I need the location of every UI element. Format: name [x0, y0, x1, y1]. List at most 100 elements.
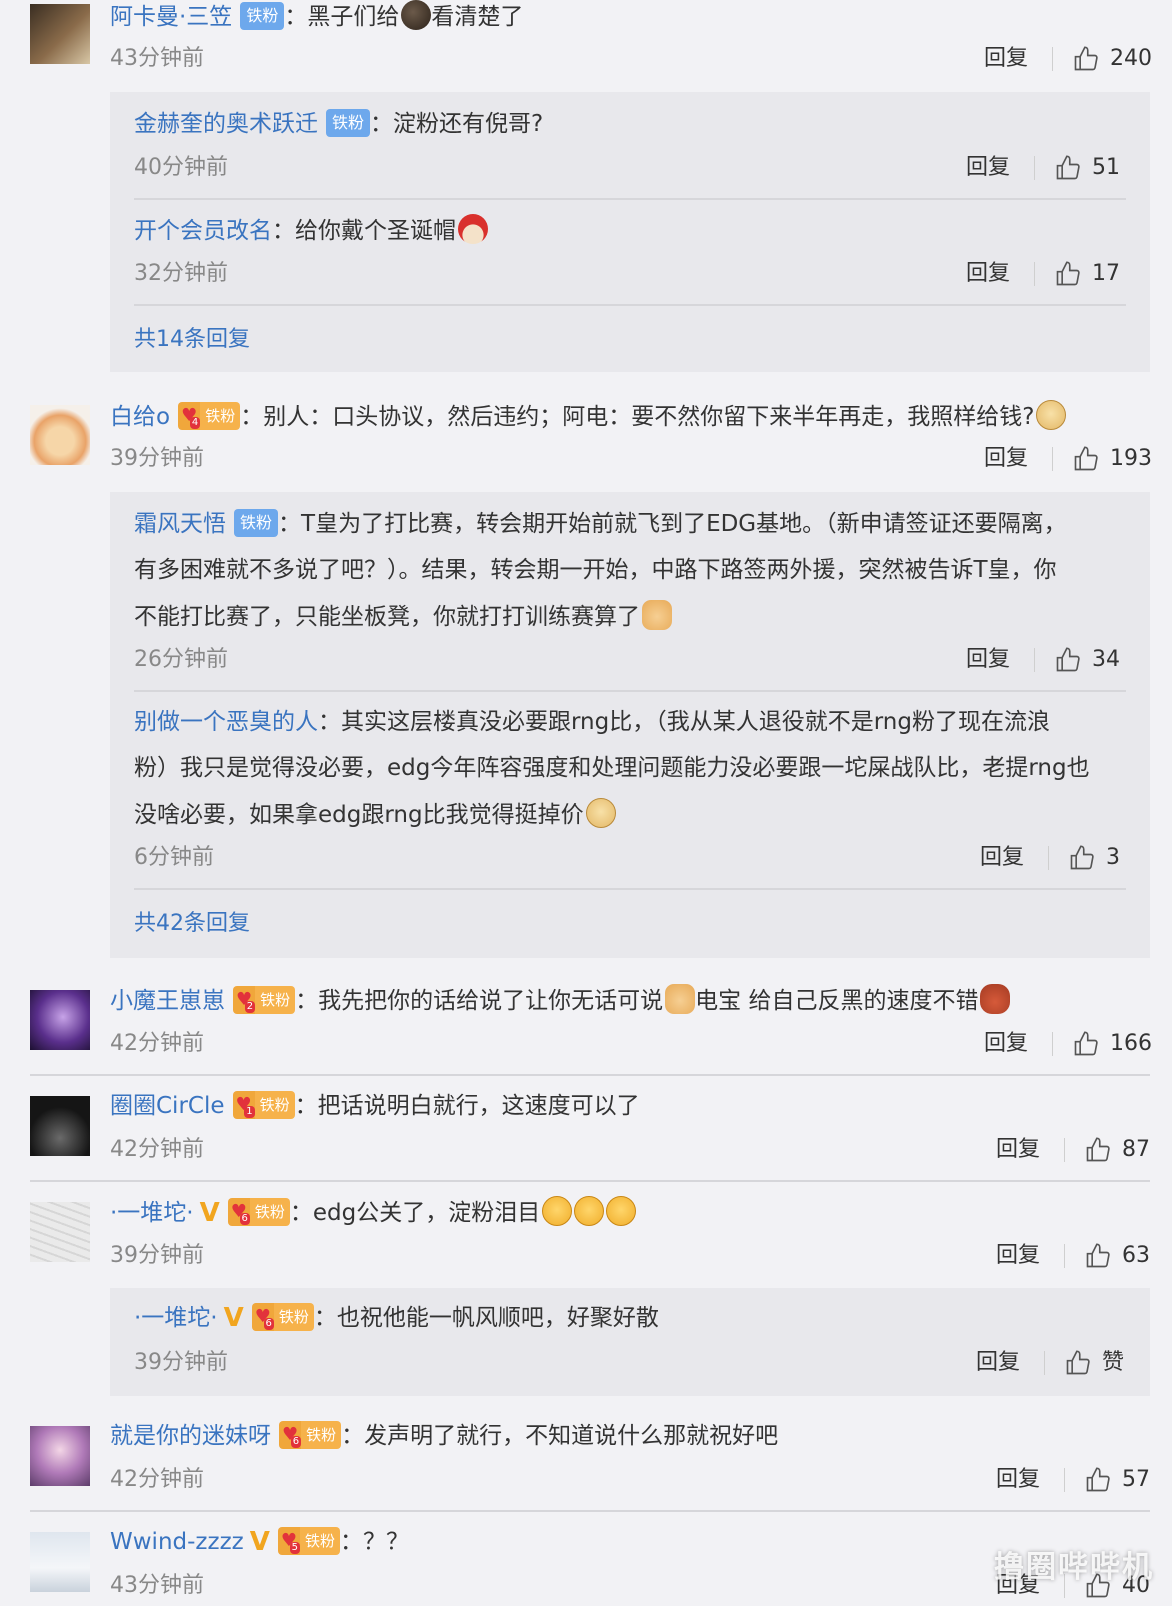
avatar[interactable]	[30, 4, 90, 64]
fan-badge[interactable]: 铁粉	[326, 109, 371, 137]
reply-button[interactable]: 回复	[996, 1241, 1040, 1271]
heart-icon: ♥ 4	[178, 402, 201, 430]
divider	[1048, 846, 1049, 870]
username[interactable]: ·一堆坨·	[110, 1200, 194, 1226]
reply-button[interactable]: 回复	[984, 444, 1028, 474]
separator: ：	[289, 1200, 313, 1226]
avatar[interactable]	[30, 990, 90, 1050]
divider	[1052, 47, 1053, 71]
more-replies-link[interactable]: 共14条回复	[134, 325, 250, 355]
like-count: 87	[1122, 1137, 1150, 1162]
username[interactable]: 小魔王崽崽	[110, 988, 225, 1014]
like-button[interactable]: 34	[1054, 645, 1120, 675]
separator: ：	[278, 511, 302, 537]
fan-badge[interactable]: ♥ 6 铁粉	[279, 1421, 342, 1449]
like-button[interactable]: 87	[1084, 1135, 1150, 1165]
comment-divider	[30, 1074, 1150, 1076]
reply-button[interactable]: 回复	[984, 44, 1028, 74]
timestamp: 43分钟前	[110, 1573, 204, 1598]
heart-icon: ♥ 5	[277, 1527, 300, 1555]
comment-text: 看清楚了	[431, 4, 524, 30]
fan-badge[interactable]: ♥ 6 铁粉	[251, 1303, 314, 1331]
like-button[interactable]: 166	[1072, 1029, 1152, 1059]
thumbs-up-icon	[1074, 446, 1098, 471]
reply-text: T皇为了打比赛，转会期开始前就飞到了EDG基地。（新申请签证还要隔离，	[301, 511, 1067, 537]
reply-button[interactable]: 回复	[980, 843, 1024, 873]
divider	[1064, 1138, 1065, 1162]
timestamp: 42分钟前	[110, 1467, 204, 1492]
reply-text: 也祝他能一帆风顺吧，好聚好散	[336, 1305, 659, 1331]
like-button[interactable]: 63	[1084, 1241, 1150, 1271]
like-count: 3	[1106, 845, 1120, 870]
username[interactable]: 开个会员改名	[134, 218, 272, 244]
reply-button[interactable]: 回复	[996, 1465, 1040, 1495]
username[interactable]: 金赫奎的奥术跃迁	[134, 111, 318, 137]
thumbs-up-icon	[1066, 1350, 1090, 1375]
divider	[1044, 1351, 1045, 1375]
reply-text: 粉）我只是觉得没必要，edg今年阵容强度和处理问题能力没必要跟一坨屎战队比，老提…	[134, 755, 1090, 781]
separator: ：	[284, 4, 308, 30]
username[interactable]: 圈圈CirCle	[110, 1093, 225, 1119]
comment-line: 小魔王崽崽 ♥ 2 铁粉 ：我先把你的话给说了让你无话可说 电宝 给自己反黑的速度不错	[110, 984, 1011, 1017]
comment-line: 阿卡曼·三笠 铁粉 ：黑子们给 看清楚了	[110, 0, 523, 33]
avatar[interactable]	[30, 1096, 90, 1156]
username[interactable]: 阿卡曼·三笠	[110, 4, 232, 30]
verified-v-icon: V	[199, 1198, 220, 1228]
username[interactable]: 白给o	[110, 404, 170, 430]
heart-icon: ♥ 6	[227, 1198, 250, 1226]
username[interactable]: 就是你的迷妹呀	[110, 1423, 271, 1449]
like-button[interactable]: 240	[1072, 44, 1152, 74]
avatar[interactable]	[30, 405, 90, 465]
avatar[interactable]	[30, 1202, 90, 1262]
avatar[interactable]	[30, 1426, 90, 1486]
teary-face-emoji-icon	[574, 1196, 605, 1226]
thumbs-up-icon	[1086, 1467, 1110, 1492]
comment-text: ？？	[363, 1529, 409, 1555]
reply-line: 开个会员改名：给你戴个圣诞帽	[134, 214, 488, 247]
fan-badge[interactable]: 铁粉	[240, 2, 285, 30]
divider	[1034, 156, 1035, 180]
timestamp: 39分钟前	[134, 1350, 228, 1375]
like-button[interactable]: 193	[1072, 444, 1152, 474]
divider	[1064, 1468, 1065, 1492]
avatar[interactable]	[30, 1532, 90, 1592]
more-replies-link[interactable]: 共42条回复	[134, 909, 250, 939]
comment-line: 白给o ♥ 4 铁粉 ：别人：口头协议，然后违约；阿电：要不然你留下来半年再走，我照样给…	[110, 400, 1067, 433]
reply-button[interactable]: 回复	[966, 153, 1010, 183]
heart-icon: ♥ 2	[233, 986, 256, 1014]
reply-button[interactable]: 回复	[966, 259, 1010, 289]
comment-line: 圈圈CirCle ♥ 1 铁粉 ：把话说明白就行，这速度可以了	[110, 1090, 640, 1122]
like-button[interactable]: 3	[1068, 843, 1120, 873]
reply-button[interactable]: 回复	[996, 1135, 1040, 1165]
timestamp: 42分钟前	[110, 1137, 204, 1162]
fan-badge[interactable]: ♥ 4 铁粉	[178, 402, 241, 430]
reply-divider	[134, 304, 1126, 306]
like-button[interactable]: 57	[1084, 1465, 1150, 1495]
username[interactable]: ·一堆坨·	[134, 1305, 218, 1331]
timestamp: 26分钟前	[134, 647, 228, 672]
like-label: 赞	[1102, 1350, 1125, 1375]
reply-text: 其实这层楼真没必要跟rng比，（我从某人退役就不是rng粉了现在流浪	[341, 709, 1050, 735]
username[interactable]: Wwind-zzzz	[110, 1529, 244, 1555]
thumbs-up-icon	[1086, 1243, 1110, 1268]
like-button[interactable]: 17	[1054, 259, 1120, 289]
fan-badge[interactable]: ♥ 6 铁粉	[227, 1198, 290, 1226]
reply-text: 给你戴个圣诞帽	[295, 218, 456, 244]
reply-button[interactable]: 回复	[984, 1029, 1028, 1059]
comment-text: 黑子们给	[307, 4, 400, 30]
santa-hat-emoji-icon	[458, 214, 488, 244]
fan-badge[interactable]: 铁粉	[234, 509, 279, 537]
like-button[interactable]: 赞	[1064, 1348, 1124, 1378]
fan-badge[interactable]: ♥ 1 铁粉	[232, 1091, 295, 1119]
reply-button[interactable]: 回复	[966, 645, 1010, 675]
username[interactable]: 别做一个恶臭的人	[134, 709, 318, 735]
separator: ：	[370, 111, 394, 137]
reply-button[interactable]: 回复	[976, 1348, 1020, 1378]
like-button[interactable]: 51	[1054, 153, 1120, 183]
fan-badge[interactable]: ♥ 5 铁粉	[277, 1527, 340, 1555]
comment-text: 别人：口头协议，然后违约；阿电：要不然你留下来半年再走，我照样给钱?	[263, 404, 1035, 430]
verified-v-icon: V	[249, 1527, 270, 1557]
heart-icon: ♥ 6	[279, 1421, 302, 1449]
username[interactable]: 霜风天悟	[134, 511, 226, 537]
fan-badge[interactable]: ♥ 2 铁粉	[233, 986, 296, 1014]
